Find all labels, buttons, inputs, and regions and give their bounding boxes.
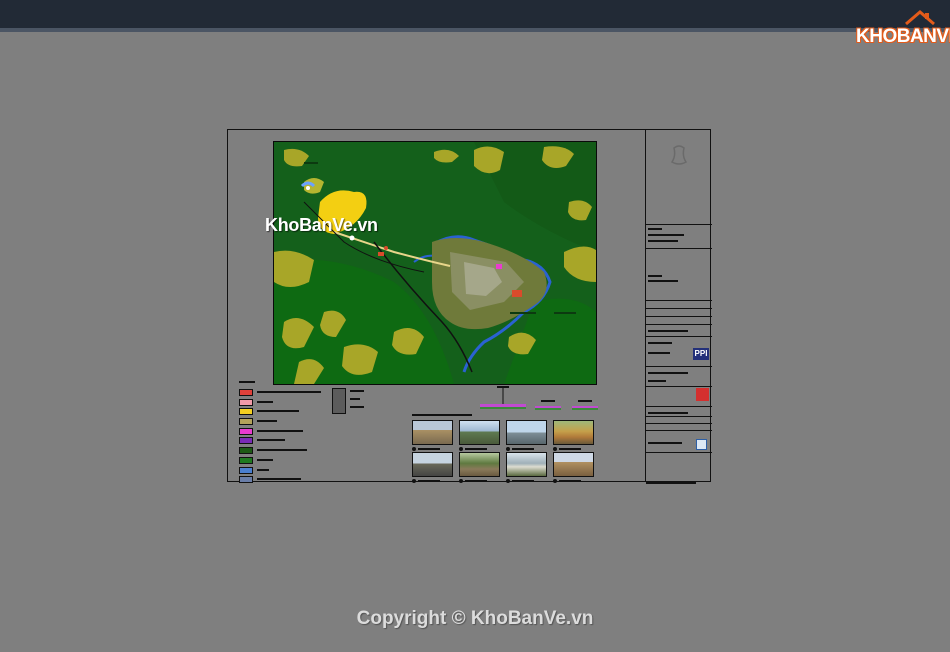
legend-item bbox=[238, 476, 348, 486]
site-logo[interactable]: KHOBANVE bbox=[856, 10, 950, 52]
legend-swatch bbox=[239, 418, 253, 426]
ppi-badge: PPI bbox=[693, 348, 709, 360]
site-photo[interactable] bbox=[412, 420, 453, 445]
legend-swatch bbox=[239, 437, 253, 445]
top-bar bbox=[0, 0, 950, 32]
road-section-1 bbox=[480, 386, 526, 409]
road-section-2 bbox=[535, 400, 561, 410]
site-photo[interactable] bbox=[459, 452, 500, 477]
company-emblem-icon bbox=[670, 145, 688, 165]
legend-swatch bbox=[239, 447, 253, 455]
legend-swatch bbox=[239, 408, 253, 416]
road-section-3 bbox=[572, 400, 598, 410]
site-map bbox=[273, 141, 597, 385]
legend-item bbox=[238, 437, 348, 447]
legend-item bbox=[238, 466, 348, 477]
legend-swatch bbox=[239, 398, 253, 406]
site-photo[interactable] bbox=[412, 452, 453, 477]
legend-swatch bbox=[239, 456, 253, 464]
map-graphic bbox=[274, 142, 596, 384]
house-roof-icon bbox=[905, 10, 935, 26]
legend-swatch bbox=[239, 466, 253, 474]
legend-swatch bbox=[239, 389, 253, 396]
legend-swatch bbox=[239, 427, 253, 435]
legend-item bbox=[238, 456, 348, 467]
legend-item bbox=[238, 447, 348, 457]
site-photo[interactable] bbox=[506, 420, 547, 445]
copyright-text: Copyright © KhoBanVe.vn bbox=[356, 608, 594, 629]
legend-swatch bbox=[239, 476, 253, 484]
site-photo[interactable] bbox=[553, 420, 594, 445]
site-photo[interactable] bbox=[459, 420, 500, 445]
drawing-sheet: PPI bbox=[227, 129, 712, 484]
watermark-text: KhoBanVe.vn bbox=[265, 215, 378, 235]
consultant-logo-icon bbox=[696, 388, 709, 401]
logo-text: KHOBANVE bbox=[856, 26, 950, 47]
stamp-icon bbox=[696, 439, 707, 450]
site-photo[interactable] bbox=[506, 452, 547, 477]
site-photo[interactable] bbox=[553, 452, 594, 477]
title-block: PPI bbox=[645, 130, 712, 484]
legend-item bbox=[238, 418, 348, 428]
legend-item bbox=[238, 427, 348, 438]
